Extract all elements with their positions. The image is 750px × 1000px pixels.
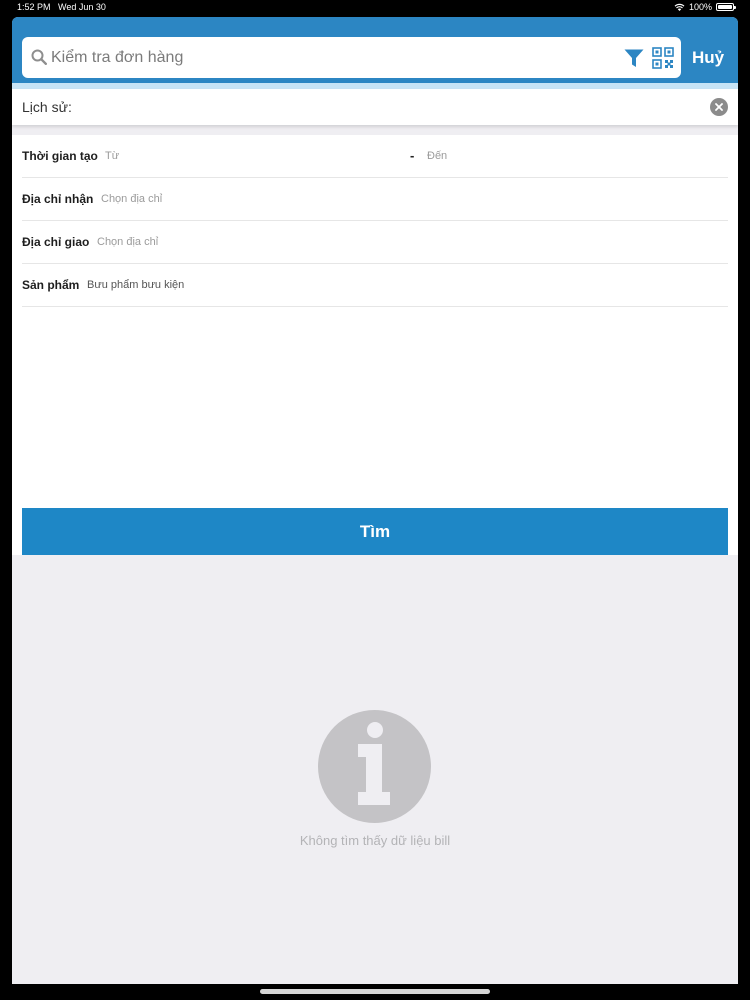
created-time-row: Thời gian tạo Từ - Đến — [22, 135, 728, 178]
close-icon — [715, 103, 723, 111]
status-bar: 1:52 PM Wed Jun 30 100% — [0, 0, 750, 16]
receive-address-field[interactable]: Chọn địa chỉ — [101, 193, 162, 205]
search-submit-button[interactable]: Tìm — [22, 508, 728, 555]
date-separator: - — [410, 148, 415, 163]
receive-address-row[interactable]: Địa chỉ nhận Chọn địa chỉ — [22, 178, 728, 221]
status-indicators: 100% — [674, 2, 736, 12]
history-label: Lịch sử: — [22, 99, 72, 115]
from-date-field[interactable]: Từ — [105, 150, 119, 162]
search-form: Thời gian tạo Từ - Đến Địa chỉ nhận Chọn… — [12, 135, 738, 555]
status-date-text: Wed Jun 30 — [58, 2, 106, 12]
wifi-icon — [674, 3, 685, 11]
created-time-label: Thời gian tạo — [22, 149, 98, 163]
product-row[interactable]: Sản phẩm Bưu phẩm bưu kiện — [22, 264, 728, 307]
status-time-text: 1:52 PM — [17, 2, 51, 12]
battery-percent: 100% — [688, 2, 712, 12]
info-icon — [318, 710, 431, 823]
search-input[interactable] — [51, 37, 611, 78]
search-box[interactable] — [22, 37, 681, 78]
history-bar: Lịch sử: — [12, 89, 738, 125]
to-date-field[interactable]: Đến — [427, 150, 447, 162]
empty-message: Không tìm thấy dữ liệu bill — [299, 833, 451, 848]
search-icon — [31, 49, 47, 65]
filter-icon[interactable] — [624, 49, 644, 68]
clear-history-button[interactable] — [710, 98, 728, 116]
delivery-address-label: Địa chỉ giao — [22, 235, 90, 249]
empty-state: Không tìm thấy dữ liệu bill — [12, 555, 738, 984]
battery-icon — [716, 3, 736, 11]
status-time: 1:52 PM Wed Jun 30 — [17, 2, 106, 12]
search-header: Huỷ — [12, 17, 738, 89]
delivery-address-field[interactable]: Chọn địa chỉ — [97, 236, 158, 248]
product-label: Sản phẩm — [22, 278, 80, 292]
cancel-button[interactable]: Huỷ — [684, 37, 732, 78]
receive-address-label: Địa chỉ nhận — [22, 192, 94, 206]
home-indicator[interactable] — [260, 989, 490, 994]
qr-code-icon[interactable] — [652, 47, 674, 69]
app-window: Huỷ Lịch sử: Thời gian tạo Từ - Đến Địa … — [12, 17, 738, 984]
delivery-address-row[interactable]: Địa chỉ giao Chọn địa chỉ — [22, 221, 728, 264]
product-field[interactable]: Bưu phẩm bưu kiện — [87, 279, 184, 291]
